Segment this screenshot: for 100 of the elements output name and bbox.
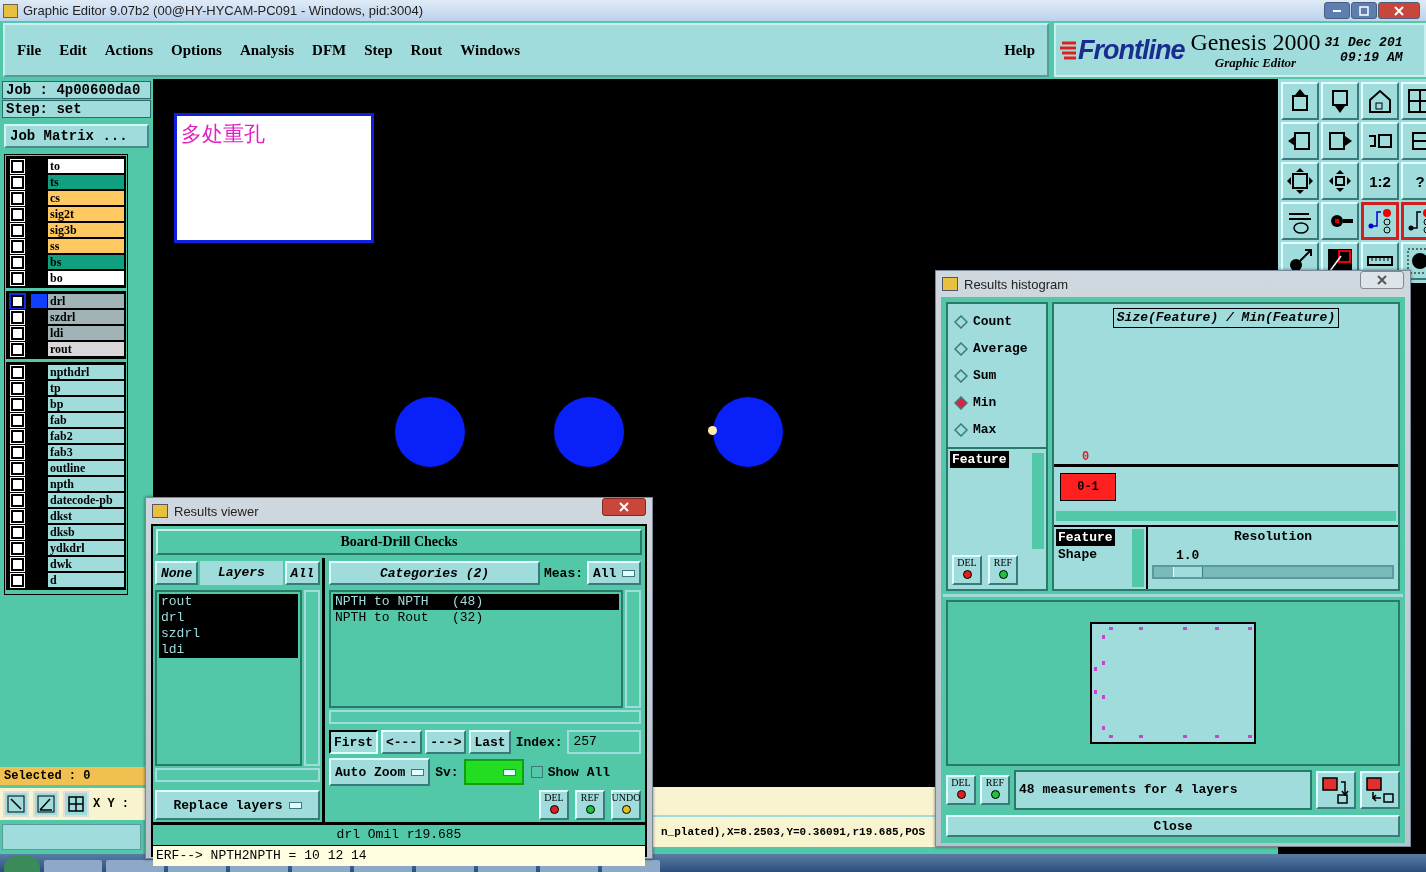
scrollbar[interactable] [155,768,320,782]
menu-item[interactable]: Analysis [239,41,295,59]
layer-name[interactable]: d [48,573,124,587]
layer-name[interactable]: dksb [48,525,124,539]
navigation-button[interactable]: First [329,730,378,754]
minimize-button[interactable] [1324,2,1350,19]
layer-list-item[interactable]: rout [159,594,298,610]
histogram-bin[interactable]: 0-1 [1060,473,1116,501]
meas-dropdown[interactable]: All [587,561,641,585]
navigation-button[interactable]: ---> [425,730,467,754]
delete-button[interactable]: DEL [952,555,982,586]
scrollbar[interactable] [625,590,641,708]
layer-checkbox[interactable] [11,159,24,173]
layer-checkbox[interactable] [11,541,24,555]
layer-list-item[interactable]: szdrl [159,626,298,642]
angle-icon[interactable] [33,791,59,817]
command-field[interactable] [2,824,141,850]
close-button[interactable] [602,498,646,516]
layer-checkbox[interactable] [11,326,24,340]
feature-list-item[interactable]: Feature [950,451,1009,468]
layer-checkbox[interactable] [11,342,24,356]
layer-name[interactable]: ts [48,175,124,189]
navigation-button[interactable]: Last [469,730,511,754]
scrollbar[interactable] [329,710,641,724]
refresh-button[interactable]: REF [575,790,605,820]
menu-item[interactable]: Options [171,41,222,59]
layer-checkbox[interactable] [11,397,24,411]
layer-checkbox[interactable] [11,365,24,379]
layer-checkbox[interactable] [11,429,24,443]
menu-item[interactable]: DFM [312,41,347,59]
layer-name[interactable]: ldi [48,326,124,340]
layer-checkbox[interactable] [11,271,24,285]
delete-button[interactable]: DEL [539,790,569,820]
radio-button[interactable] [954,341,968,356]
layer-checkbox[interactable] [11,175,24,189]
start-button[interactable] [4,856,40,872]
scrollbar[interactable] [304,590,320,766]
import-histogram-button[interactable] [1360,771,1400,810]
layer-name[interactable]: drl [48,294,124,308]
delete-button[interactable]: DEL [946,775,976,806]
export-histogram-button[interactable] [1316,771,1356,810]
layer-name[interactable]: sig2t [48,207,124,221]
attribute-list-item[interactable]: Feature [1056,529,1115,546]
layer-checkbox[interactable] [11,461,24,475]
layer-name[interactable]: bs [48,255,124,269]
slider-thumb[interactable] [1173,567,1204,577]
sv-dropdown[interactable] [463,759,524,785]
layer-checkbox[interactable] [11,255,24,269]
layer-name[interactable]: cs [48,191,124,205]
radio-button[interactable] [954,422,968,437]
layer-checkbox[interactable] [11,239,24,253]
layer-name[interactable]: to [48,159,124,173]
menu-item[interactable]: Windows [460,41,520,59]
toolbar-button[interactable]: ? [1401,162,1426,200]
maximize-button[interactable] [1351,2,1377,19]
layer-name[interactable]: datecode-pb [48,493,124,507]
category-item[interactable]: NPTH to NPTH (48) [333,594,619,610]
layer-name[interactable]: rout [48,342,124,356]
menu-item[interactable]: Step [364,41,393,59]
layer-checkbox[interactable] [11,381,24,395]
layer-name[interactable]: tp [48,381,124,395]
layer-checkbox[interactable] [11,294,24,308]
layer-name[interactable]: dwk [48,557,124,571]
close-button[interactable] [1378,2,1420,19]
layer-name[interactable]: fab3 [48,445,124,459]
layer-checkbox[interactable] [11,413,24,427]
layer-checkbox[interactable] [11,310,24,324]
layer-name[interactable]: ydkdrl [48,541,124,555]
layer-name[interactable]: outline [48,461,124,475]
index-field[interactable]: 257 [567,730,641,754]
layer-name[interactable]: szdrl [48,310,124,324]
layer-name[interactable]: npthdrl [48,365,124,379]
layer-name[interactable]: bo [48,271,124,285]
attribute-list-item[interactable]: Shape [1056,546,1099,563]
layer-checkbox[interactable] [11,445,24,459]
layer-name[interactable]: fab [48,413,124,427]
menu-item[interactable]: Actions [104,41,153,59]
scrollbar[interactable] [1130,527,1146,590]
job-matrix-button[interactable]: Job Matrix ... [4,124,149,148]
radio-button[interactable] [954,395,968,410]
show-all-checkbox[interactable] [530,766,543,778]
auto-zoom-dropdown[interactable]: Auto Zoom [329,758,431,786]
navigation-button[interactable]: <--- [381,730,423,754]
layer-checkbox[interactable] [11,509,24,523]
category-item[interactable]: NPTH to Rout (32) [333,610,619,626]
layer-name[interactable]: sig3b [48,223,124,237]
toolbar-button[interactable] [1361,202,1399,240]
layer-checkbox[interactable] [11,477,24,491]
scrollbar[interactable] [1054,509,1398,523]
all-button[interactable]: All [284,561,320,585]
layer-checkbox[interactable] [11,557,24,571]
undo-button[interactable]: UNDO [611,790,641,820]
layer-name[interactable]: npth [48,477,124,491]
layer-list-item[interactable]: ldi [159,642,298,658]
menu-item[interactable]: Edit [59,41,87,59]
close-button[interactable]: Close [946,815,1400,837]
resolution-slider[interactable] [1152,565,1394,579]
layer-checkbox[interactable] [11,191,24,205]
refresh-button[interactable]: REF [980,775,1010,806]
layer-name[interactable]: bp [48,397,124,411]
